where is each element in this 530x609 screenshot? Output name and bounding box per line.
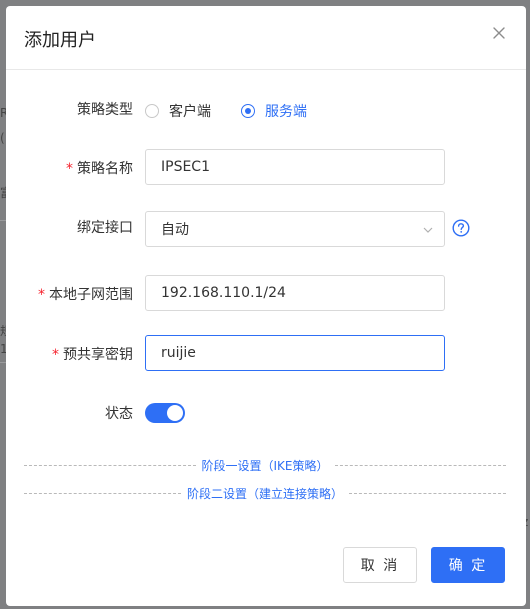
radio-server-label: 服务端	[265, 104, 307, 120]
bind-interface-select[interactable]: 自动	[145, 211, 445, 247]
dialog-header: 添加用户	[6, 6, 526, 70]
bind-interface-label-text: 绑定接口	[77, 220, 133, 236]
dashed-line	[334, 464, 506, 466]
bind-interface-label: 绑定接口	[6, 217, 133, 237]
local-subnet-label-text: 本地子网范围	[49, 287, 133, 303]
dashed-line	[349, 492, 507, 494]
radio-checked-icon	[241, 104, 255, 118]
help-icon[interactable]	[452, 219, 470, 237]
required-mark: *	[38, 287, 45, 303]
phase1-divider: 阶段一设置（IKE策略）	[24, 457, 506, 474]
psk-label-text: 预共享密钥	[63, 347, 133, 363]
radio-client-label: 客户端	[169, 104, 211, 120]
dashed-line	[24, 492, 181, 494]
toggle-knob	[167, 405, 183, 421]
phase1-settings-link[interactable]: 阶段一设置（IKE策略）	[196, 457, 335, 474]
policy-type-label: 策略类型	[6, 99, 133, 119]
add-user-dialog: 添加用户 策略类型 客户端 服务端 *策略名称 绑定接口 自动	[6, 6, 526, 606]
required-mark: *	[52, 347, 59, 363]
radio-client[interactable]: 客户端	[145, 101, 211, 121]
policy-name-label-text: 策略名称	[77, 161, 133, 177]
local-subnet-label: * 本地子网范围	[6, 284, 133, 304]
required-mark: *	[66, 161, 73, 177]
close-icon	[493, 27, 505, 39]
dialog-title: 添加用户	[24, 30, 96, 51]
psk-label: * 预共享密钥	[6, 344, 133, 364]
background-text: (	[0, 131, 5, 145]
radio-server[interactable]: 服务端	[241, 101, 307, 121]
policy-type-label-text: 策略类型	[77, 102, 133, 118]
phase2-settings-link[interactable]: 阶段二设置（建立连接策略）	[181, 485, 349, 502]
psk-input[interactable]	[145, 335, 445, 371]
status-label: 状态	[6, 403, 133, 423]
policy-name-label: * 策略名称	[6, 158, 133, 178]
ok-button[interactable]: 确 定	[431, 547, 505, 583]
radio-unchecked-icon	[145, 104, 159, 118]
local-subnet-input[interactable]	[145, 275, 445, 311]
chevron-down-icon	[422, 224, 434, 236]
status-toggle[interactable]	[145, 403, 185, 423]
cancel-button[interactable]: 取 消	[343, 547, 417, 583]
close-button[interactable]	[490, 24, 508, 42]
phase2-divider: 阶段二设置（建立连接策略）	[24, 485, 507, 502]
dashed-line	[24, 464, 196, 466]
bind-interface-value: 自动	[161, 222, 189, 238]
status-label-text: 状态	[105, 406, 133, 422]
policy-name-input[interactable]	[145, 149, 445, 185]
